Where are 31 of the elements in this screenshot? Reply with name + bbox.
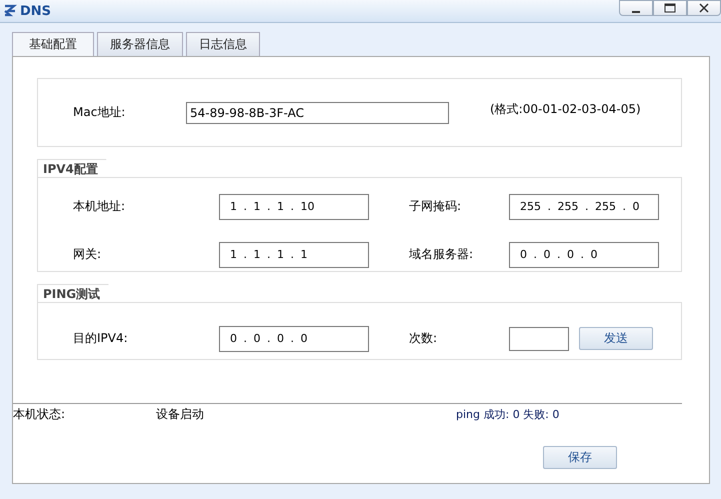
count-field[interactable] xyxy=(509,326,569,350)
status-label: 本机状态: xyxy=(13,406,66,422)
field-label: 目的IPV4: xyxy=(73,330,129,347)
minimize-button[interactable] xyxy=(619,0,653,16)
field-label: 子网掩码: xyxy=(409,198,462,215)
maximize-icon xyxy=(664,3,676,13)
ping-result: ping 成功: 0 失败: 0 xyxy=(456,406,560,422)
mac-field[interactable]: 54-89-98-8B-3F-AC xyxy=(186,102,449,124)
field-label: 本机地址: xyxy=(73,198,126,215)
status-value: 设备启动 xyxy=(156,406,205,422)
close-button[interactable] xyxy=(687,0,721,16)
close-icon xyxy=(699,3,709,13)
ip-field[interactable]: 1 . 1 . 1 . 1 xyxy=(219,242,369,268)
field-label: 次数: xyxy=(409,330,438,347)
format-hint: (格式:00-01-02-03-04-05) xyxy=(490,101,641,118)
field-label: 网关: xyxy=(73,246,102,263)
send-button[interactable]: 发送 xyxy=(579,327,653,350)
window-title: DNS xyxy=(20,4,52,18)
tab[interactable]: 基础配置 xyxy=(12,32,94,56)
maximize-button[interactable] xyxy=(653,0,687,16)
field-label: Mac地址: xyxy=(73,104,126,121)
tab[interactable]: 日志信息 xyxy=(186,32,260,56)
ip-field[interactable]: 1 . 1 . 1 . 10 xyxy=(219,194,369,220)
save-button[interactable]: 保存 xyxy=(543,446,617,469)
field-label: 域名服务器: xyxy=(409,246,474,263)
tab[interactable]: 服务器信息 xyxy=(97,32,183,56)
ip-field[interactable]: 0 . 0 . 0 . 0 xyxy=(509,242,659,268)
ip-field[interactable]: 0 . 0 . 0 . 0 xyxy=(219,326,369,352)
ip-field[interactable]: 255 . 255 . 255 . 0 xyxy=(509,194,659,220)
minimize-icon xyxy=(632,11,640,13)
app-icon xyxy=(3,3,17,19)
